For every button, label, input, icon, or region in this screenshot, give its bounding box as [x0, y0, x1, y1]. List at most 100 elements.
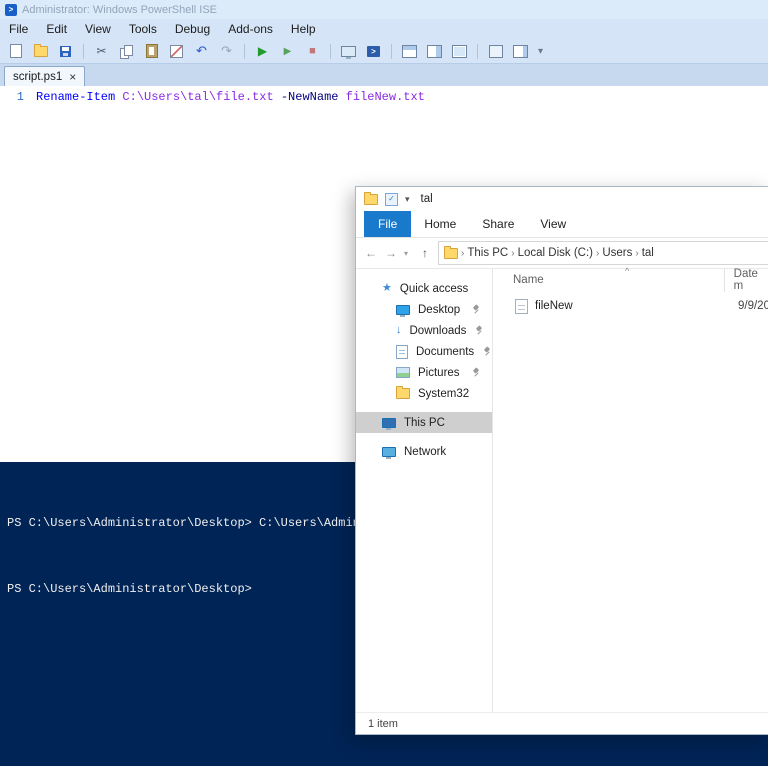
open-folder-icon	[33, 43, 48, 57]
menu-file[interactable]: File	[0, 20, 37, 38]
ise-menubar: File Edit View Tools Debug Add-ons Help	[0, 19, 768, 39]
ribbon-tab-view[interactable]: View	[527, 211, 579, 237]
crumb-separator-icon: ›	[596, 247, 600, 259]
nav-item-network[interactable]: Network	[356, 441, 492, 462]
script-pane-top-button[interactable]	[398, 41, 421, 61]
file-row-filenew[interactable]: fileNew 9/9/20	[493, 295, 768, 317]
explorer-app-icon	[364, 191, 378, 205]
text-file-icon	[515, 298, 528, 314]
run-selection-icon: ▶	[283, 45, 292, 57]
crumb-separator-icon: ›	[511, 247, 515, 259]
show-command-window-button[interactable]	[509, 41, 532, 61]
toolbar-overflow-icon[interactable]: ▾	[538, 46, 543, 57]
ise-window-title: Administrator: Windows PowerShell ISE	[22, 3, 218, 16]
nav-item-quick-access[interactable]: ★ Quick access	[356, 278, 492, 299]
line-number: 1	[16, 90, 24, 104]
nav-label: Desktop	[418, 303, 461, 316]
breadcrumb[interactable]: › This PC › Local Disk (C:) › Users › ta…	[438, 241, 768, 265]
column-header-date-modified[interactable]: Date m	[725, 268, 768, 292]
address-bar: ← → ▾ ↑ › This PC › Local Disk (C:) › Us…	[356, 238, 768, 269]
nav-label: Network	[404, 445, 447, 458]
paste-button[interactable]	[140, 41, 163, 61]
menu-edit[interactable]: Edit	[37, 20, 76, 38]
downloads-icon: ↓	[396, 324, 402, 336]
crumb-this-pc[interactable]: This PC	[467, 247, 508, 259]
show-command-button[interactable]	[484, 41, 507, 61]
tab-script-ps1[interactable]: script.ps1 ×	[4, 66, 86, 86]
toolbar-separator	[83, 43, 84, 59]
forward-button[interactable]: →	[384, 246, 398, 260]
start-powershell-button[interactable]: >	[362, 41, 385, 61]
item-count: 1 item	[368, 717, 398, 730]
documents-icon	[396, 344, 408, 359]
explorer-titlebar: ✓ ▾ tal	[356, 187, 768, 211]
open-script-button[interactable]	[29, 41, 52, 61]
nav-item-desktop[interactable]: Desktop	[356, 299, 492, 320]
menu-view[interactable]: View	[76, 20, 120, 38]
menu-help[interactable]: Help	[282, 20, 325, 38]
code-argument-newname: fileNew.txt	[345, 90, 425, 104]
run-script-button[interactable]: ▶	[251, 41, 274, 61]
layout-right-icon	[427, 44, 442, 58]
menu-debug[interactable]: Debug	[166, 20, 219, 38]
redo-button[interactable]: ↷	[215, 41, 238, 61]
toolbar-separator	[244, 43, 245, 59]
paste-icon	[145, 44, 158, 58]
file-name: fileNew	[535, 300, 573, 312]
tab-label: script.ps1	[13, 70, 63, 83]
copy-button[interactable]	[115, 41, 138, 61]
file-explorer-window: ✓ ▾ tal File Home Share View ← → ▾ ↑ › T…	[355, 186, 768, 735]
nav-item-pictures[interactable]: Pictures	[356, 362, 492, 383]
clear-console-button[interactable]	[165, 41, 188, 61]
code-cmdlet: Rename-Item	[36, 90, 123, 104]
ribbon-tab-home[interactable]: Home	[411, 211, 469, 237]
tab-close-icon[interactable]: ×	[69, 70, 76, 84]
folder-icon	[444, 245, 458, 259]
pin-icon	[471, 368, 480, 377]
toolbar-separator	[391, 43, 392, 59]
quick-access-dropdown-icon[interactable]: ▾	[405, 194, 410, 205]
code-parameter: -NewName	[280, 90, 346, 104]
code-line: Rename-Item C:\Users\tal\file.txt -NewNa…	[36, 90, 425, 104]
redo-icon: ↷	[221, 43, 232, 58]
back-button[interactable]: ←	[364, 246, 378, 260]
quick-access-properties-icon[interactable]: ✓	[385, 192, 398, 206]
crumb-users[interactable]: Users	[602, 247, 632, 259]
nav-label: This PC	[404, 416, 445, 429]
nav-item-downloads[interactable]: ↓ Downloads	[356, 320, 492, 341]
new-script-button[interactable]	[4, 41, 27, 61]
script-pane-max-button[interactable]	[448, 41, 471, 61]
crumb-local-disk[interactable]: Local Disk (C:)	[518, 247, 593, 259]
recent-locations-icon[interactable]: ▾	[404, 249, 412, 258]
nav-label: System32	[418, 387, 470, 400]
pin-icon	[482, 347, 491, 356]
ribbon-tab-file[interactable]: File	[364, 211, 412, 237]
cut-button[interactable]: ✂	[90, 41, 113, 61]
menu-tools[interactable]: Tools	[120, 20, 166, 38]
nav-item-this-pc[interactable]: This PC	[356, 412, 492, 433]
desktop-icon	[396, 304, 410, 317]
ribbon-tab-share[interactable]: Share	[469, 211, 527, 237]
undo-icon: ↶	[196, 43, 207, 58]
ise-toolbar: ✂ ↶ ↷ ▶ ▶ ■ > ▾	[0, 39, 768, 64]
code-argument-path: C:\Users\tal\file.txt	[122, 90, 281, 104]
up-button[interactable]: ↑	[418, 246, 432, 260]
nav-item-system32[interactable]: System32	[356, 383, 492, 404]
column-header-name[interactable]: Name	[493, 268, 725, 292]
menu-add-ons[interactable]: Add-ons	[219, 20, 282, 38]
powershell-app-icon: >	[5, 3, 17, 16]
toolbar-separator	[477, 43, 478, 59]
powershell-console-icon: >	[367, 45, 380, 57]
show-command-icon	[488, 44, 503, 58]
undo-button[interactable]: ↶	[190, 41, 213, 61]
nav-item-documents[interactable]: Documents	[356, 341, 492, 362]
nav-label: Documents	[416, 345, 475, 358]
crumb-separator-icon: ›	[461, 247, 465, 259]
new-file-icon	[9, 44, 22, 58]
save-button[interactable]	[54, 41, 77, 61]
stop-operation-button[interactable]: ■	[301, 41, 324, 61]
run-selection-button[interactable]: ▶	[276, 41, 299, 61]
script-pane-right-button[interactable]	[423, 41, 446, 61]
new-remote-tab-button[interactable]	[337, 41, 360, 61]
crumb-tal[interactable]: tal	[642, 247, 654, 259]
